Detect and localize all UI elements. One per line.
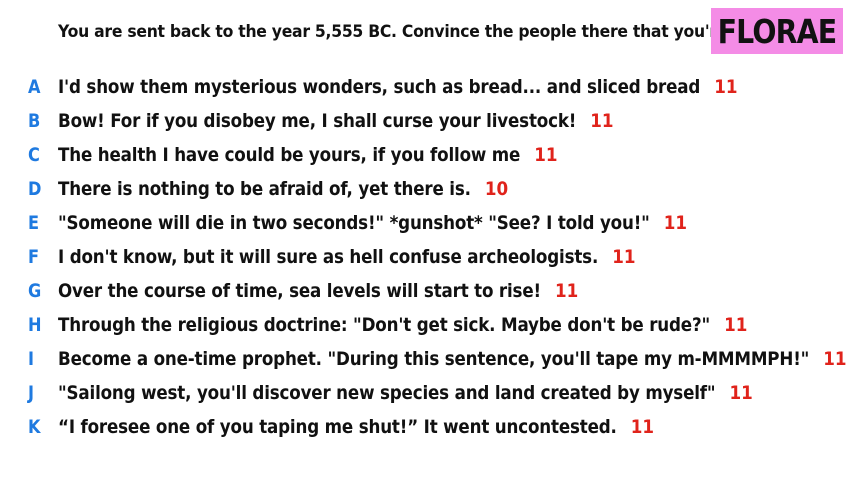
answer-line: Through the religious doctrine: "Don't g… bbox=[58, 314, 747, 336]
answer-row-h: H Through the religious doctrine: "Don't… bbox=[0, 308, 853, 342]
answer-score: 11 bbox=[714, 76, 738, 98]
answer-letter: K bbox=[28, 416, 41, 438]
answer-text: Become a one-time prophet. "During this … bbox=[58, 348, 810, 370]
answer-text: I'd show them mysterious wonders, such a… bbox=[58, 76, 701, 98]
answer-line: "Sailong west, you'll discover new speci… bbox=[58, 382, 753, 404]
answer-list: A I'd show them mysterious wonders, such… bbox=[0, 70, 853, 444]
answer-text: Bow! For if you disobey me, I shall curs… bbox=[58, 110, 577, 132]
answer-text: Through the religious doctrine: "Don't g… bbox=[58, 314, 711, 336]
answer-line: The health I have could be yours, if you… bbox=[58, 144, 558, 166]
answer-score: 11 bbox=[590, 110, 614, 132]
player-name: FLORAE bbox=[717, 11, 837, 51]
answer-row-j: J "Sailong west, you'll discover new spe… bbox=[0, 376, 853, 410]
answer-text: There is nothing to be afraid of, yet th… bbox=[58, 178, 471, 200]
answer-letter: B bbox=[28, 110, 41, 132]
answer-score: 11 bbox=[663, 212, 688, 234]
answer-score: 11 bbox=[630, 416, 655, 438]
answer-letter: C bbox=[28, 144, 40, 166]
answer-text: I don't know, but it will sure as hell c… bbox=[58, 246, 599, 268]
answer-score: 11 bbox=[823, 348, 847, 370]
answer-line: Bow! For if you disobey me, I shall curs… bbox=[58, 110, 614, 132]
answer-text: Over the course of time, sea levels will… bbox=[58, 280, 541, 302]
player-name-badge: FLORAE bbox=[711, 8, 843, 54]
answer-line: “I foresee one of you taping me shut!” I… bbox=[58, 416, 654, 438]
answer-row-d: D There is nothing to be afraid of, yet … bbox=[0, 172, 853, 206]
answer-score: 11 bbox=[724, 314, 748, 336]
answer-line: Become a one-time prophet. "During this … bbox=[58, 348, 847, 370]
answer-letter: H bbox=[28, 314, 42, 336]
answer-line: I don't know, but it will sure as hell c… bbox=[58, 246, 635, 268]
answer-line: "Someone will die in two seconds!" *guns… bbox=[58, 212, 687, 234]
answer-row-i: I Become a one-time prophet. "During thi… bbox=[0, 342, 853, 376]
answer-letter: D bbox=[28, 178, 42, 200]
answer-text: "Sailong west, you'll discover new speci… bbox=[58, 382, 716, 404]
answer-row-c: C The health I have could be yours, if y… bbox=[0, 138, 853, 172]
answer-letter: E bbox=[28, 212, 40, 234]
answer-score: 11 bbox=[555, 280, 579, 302]
answer-row-g: G Over the course of time, sea levels wi… bbox=[0, 274, 853, 308]
answer-letter: J bbox=[28, 382, 35, 404]
answer-text: "Someone will die in two seconds!" *guns… bbox=[58, 212, 650, 234]
answer-score: 11 bbox=[729, 382, 753, 404]
answer-letter: F bbox=[28, 246, 40, 268]
answer-score: 10 bbox=[484, 178, 509, 200]
answer-row-e: E "Someone will die in two seconds!" *gu… bbox=[0, 206, 853, 240]
answer-row-a: A I'd show them mysterious wonders, such… bbox=[0, 70, 853, 104]
prompt-text: You are sent back to the year 5,555 BC. … bbox=[58, 22, 786, 42]
answer-score: 11 bbox=[534, 144, 558, 166]
answer-line: There is nothing to be afraid of, yet th… bbox=[58, 178, 508, 200]
answer-letter: I bbox=[28, 348, 35, 370]
answer-row-f: F I don't know, but it will sure as hell… bbox=[0, 240, 853, 274]
answer-line: I'd show them mysterious wonders, such a… bbox=[58, 76, 738, 98]
answer-letter: G bbox=[28, 280, 42, 302]
answer-text: “I foresee one of you taping me shut!” I… bbox=[58, 416, 617, 438]
answer-row-k: K “I foresee one of you taping me shut!”… bbox=[0, 410, 853, 444]
answer-text: The health I have could be yours, if you… bbox=[58, 144, 521, 166]
answer-line: Over the course of time, sea levels will… bbox=[58, 280, 578, 302]
answer-letter: A bbox=[28, 76, 41, 98]
answer-row-b: B Bow! For if you disobey me, I shall cu… bbox=[0, 104, 853, 138]
answer-score: 11 bbox=[612, 246, 636, 268]
